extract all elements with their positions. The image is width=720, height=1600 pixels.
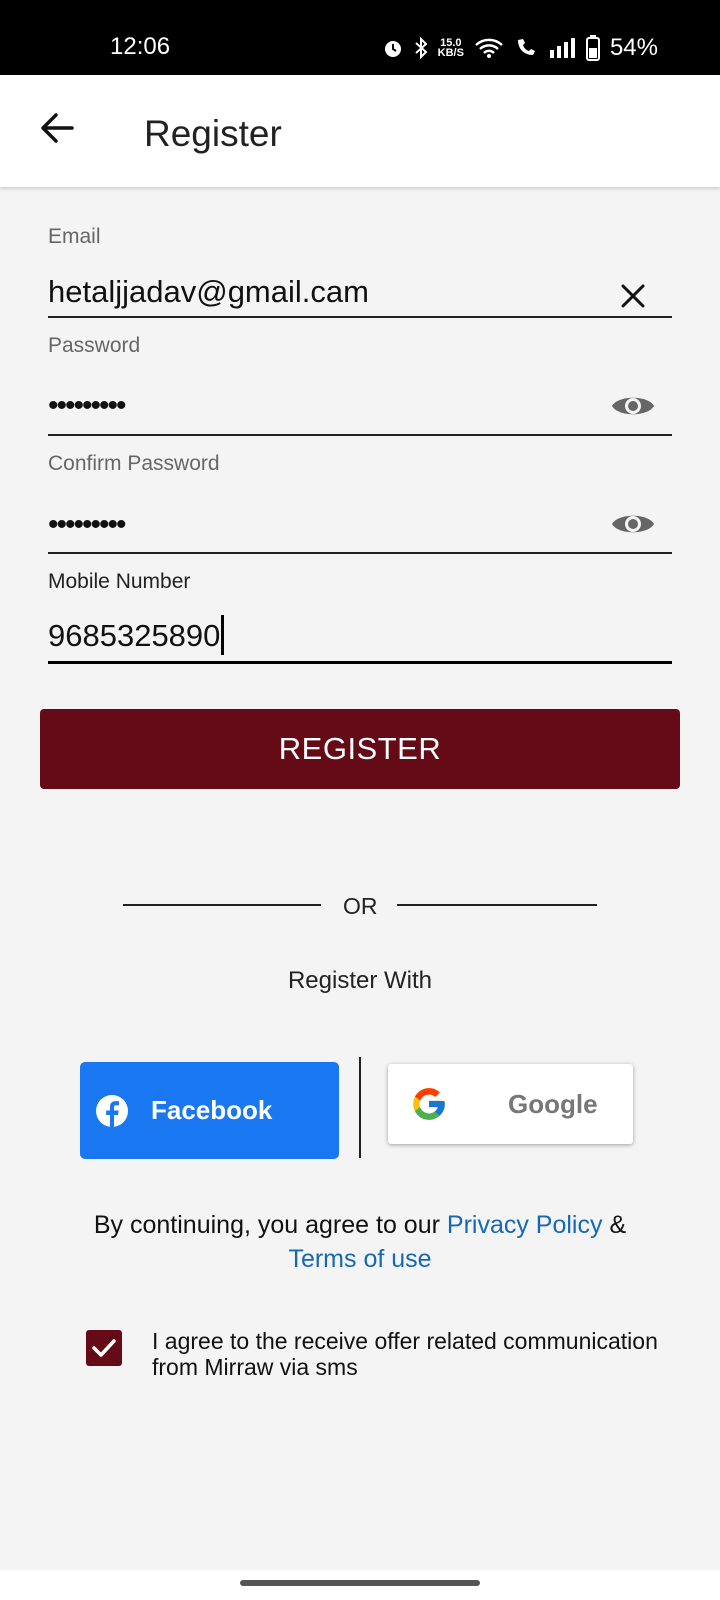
- password-field[interactable]: •••••••••: [48, 391, 127, 421]
- privacy-policy-link[interactable]: Privacy Policy: [447, 1211, 603, 1239]
- legal-text: By continuing, you agree to our Privacy …: [0, 1208, 720, 1276]
- terms-of-use-link[interactable]: Terms of use: [288, 1245, 431, 1273]
- register-button[interactable]: REGISTER: [40, 709, 680, 789]
- wifi-icon: [475, 38, 503, 58]
- bluetooth-icon: [415, 36, 428, 60]
- social-divider: [359, 1057, 361, 1158]
- network-speed: 15.0 KB/S: [437, 37, 464, 59]
- status-time: 12:06: [110, 33, 171, 60]
- status-icons: 15.0 KB/S 54%: [382, 34, 658, 62]
- status-bar: 12:06 15.0 KB/S 54%: [0, 0, 720, 75]
- mobile-underline: [48, 661, 672, 664]
- confirm-password-underline: [48, 552, 672, 554]
- mobile-value: 9685325890: [48, 618, 221, 654]
- facebook-button[interactable]: Facebook: [80, 1062, 339, 1159]
- eye-icon[interactable]: [610, 509, 656, 539]
- back-arrow-icon[interactable]: [38, 109, 76, 147]
- confirm-password-field[interactable]: •••••••••: [48, 510, 127, 540]
- wifi-call-icon: [517, 39, 535, 55]
- alarm-icon: [384, 41, 401, 57]
- text-cursor: [221, 615, 225, 655]
- home-indicator[interactable]: [240, 1580, 480, 1586]
- system-nav-bar: [0, 1570, 720, 1600]
- divider-left: [123, 904, 321, 906]
- legal-prefix: By continuing, you agree to our: [93, 1211, 440, 1239]
- clear-icon[interactable]: [620, 283, 646, 309]
- app-bar: Register: [0, 75, 720, 187]
- facebook-label: Facebook: [151, 1095, 273, 1125]
- checkmark-icon: [92, 1339, 116, 1357]
- google-button[interactable]: Google: [388, 1064, 633, 1144]
- password-label: Password: [48, 334, 141, 357]
- eye-icon[interactable]: [610, 391, 656, 421]
- email-label: Email: [48, 225, 101, 248]
- signal-icon: [549, 38, 575, 58]
- register-with-label: Register With: [287, 967, 433, 994]
- page-title: Register: [144, 113, 282, 154]
- confirm-password-label: Confirm Password: [48, 452, 220, 475]
- battery-percent: 54%: [609, 34, 658, 61]
- google-icon: [413, 1088, 445, 1120]
- consent-checkbox[interactable]: [86, 1330, 122, 1366]
- consent-text: I agree to the receive offer related com…: [152, 1328, 658, 1380]
- battery-icon: [585, 35, 600, 61]
- email-field[interactable]: hetaljjadav@gmail.cam: [48, 274, 369, 310]
- legal-ampersand: &: [609, 1211, 627, 1239]
- or-text: OR: [343, 893, 378, 919]
- facebook-icon: [96, 1094, 128, 1127]
- divider-right: [397, 904, 597, 906]
- mobile-field[interactable]: 9685325890: [48, 615, 225, 658]
- password-underline: [48, 434, 672, 436]
- mobile-label: Mobile Number: [48, 570, 191, 593]
- google-label: Google: [508, 1088, 598, 1119]
- email-underline: [48, 316, 672, 318]
